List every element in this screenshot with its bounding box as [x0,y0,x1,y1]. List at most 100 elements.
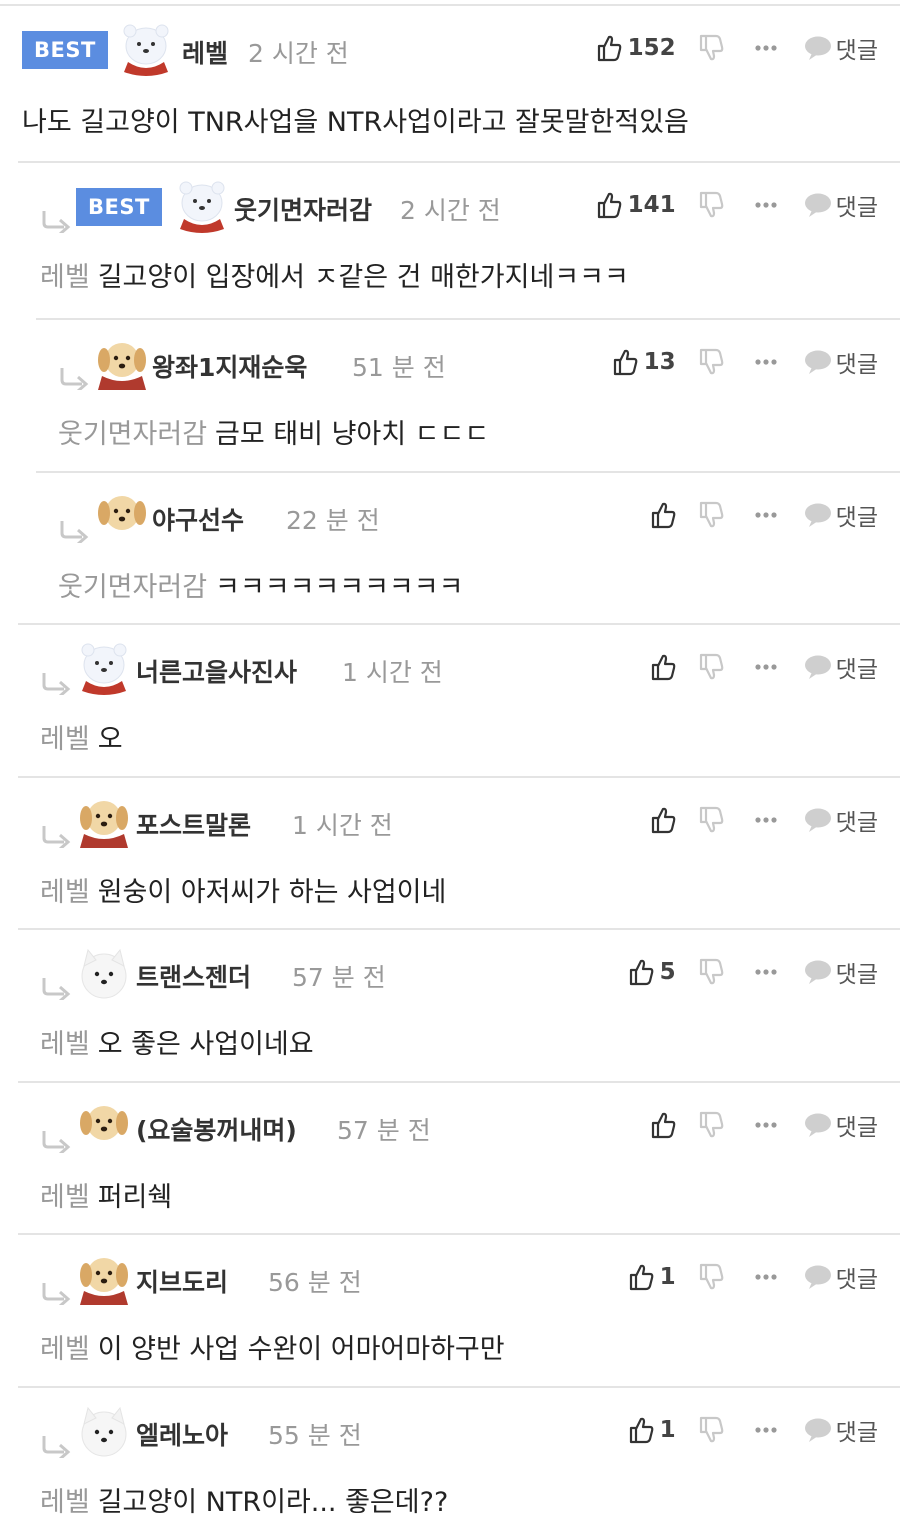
reply-button[interactable]: 댓글 [804,31,878,65]
avatar-white-dog-icon[interactable] [76,1404,132,1460]
avatar-dog-icon[interactable] [94,489,150,545]
more-options-button[interactable] [754,1426,778,1434]
avatar-dog-cape-icon[interactable] [76,1251,132,1307]
like-button[interactable] [650,1111,676,1139]
reply-arrow-icon [42,1131,71,1153]
more-options-button[interactable] [754,511,778,519]
like-button[interactable] [650,806,676,834]
more-dots-icon [755,1427,777,1433]
nickname[interactable]: 왕좌1지재순욱 [152,348,307,384]
speech-bubble-icon [804,808,831,832]
reply-label: 댓글 [835,1267,878,1293]
reply-button[interactable]: 댓글 [804,1108,878,1142]
nickname[interactable]: 엘레노아 [136,1416,228,1452]
dislike-button[interactable] [698,1263,724,1291]
comment-body: 레벨 길고양이 NTR이라... 좋은데?? [40,1480,448,1519]
comment-actions: 1 댓글 [628,1257,878,1297]
nickname[interactable]: 레벨 [182,34,228,70]
nickname[interactable]: 트랜스젠더 [136,958,251,994]
thumbs-up-icon [629,959,654,986]
timestamp: 57 분 전 [337,1116,431,1145]
avatar-bear-icon[interactable] [174,179,230,235]
avatar-white-dog-icon[interactable] [76,946,132,1002]
dislike-button[interactable] [698,958,724,986]
nickname[interactable]: 야구선수 [152,501,244,537]
more-options-button[interactable] [754,1273,778,1281]
mention[interactable]: 레벨 [40,1334,90,1365]
mention[interactable]: 웃기면자러감 [58,572,207,603]
nickname[interactable]: 너른고을사진사 [136,653,297,689]
avatar-dog-face-icon[interactable] [76,1099,132,1155]
comment-text: 오 [97,724,123,755]
mention[interactable]: 레벨 [40,877,90,908]
comment: 야구선수 22 분 전 댓글 웃기면자러감 ㅋㅋㅋㅋㅋㅋㅋㅋㅋㅋ [36,471,900,625]
like-button[interactable] [650,501,676,529]
thumbs-up-icon [651,654,676,681]
speech-bubble-icon [804,350,831,374]
comment-text: 이 양반 사업 수완이 어마어마하구만 [97,1334,505,1365]
comment-text: 퍼리쉑 [97,1182,173,1213]
reply-button[interactable]: 댓글 [804,1413,878,1447]
more-options-button[interactable] [754,968,778,976]
thumbs-down-icon [699,958,724,985]
thumbs-down-icon [699,1263,724,1290]
like-button[interactable]: 141 [596,191,676,219]
like-button[interactable] [650,653,676,681]
comment-body: 레벨 오 좋은 사업이네요 [40,1022,314,1061]
dislike-button[interactable] [698,34,724,62]
comment-body: 나도 길고양이 TNR사업을 NTR사업이라고 잘못말한적있음 [22,100,689,139]
reply-label: 댓글 [835,962,878,988]
dislike-button[interactable] [698,501,724,529]
reply-button[interactable]: 댓글 [804,345,878,379]
nickname[interactable]: 지브도리 [136,1263,228,1299]
reply-button[interactable]: 댓글 [804,803,878,837]
like-button[interactable]: 13 [612,348,676,376]
reply-label: 댓글 [835,195,878,221]
nickname[interactable]: 웃기면자러감 [234,191,372,227]
thumbs-up-icon [651,502,676,529]
like-button[interactable]: 5 [628,958,676,986]
more-options-button[interactable] [754,358,778,366]
mention[interactable]: 레벨 [40,1182,90,1213]
more-options-button[interactable] [754,816,778,824]
timestamp: 55 분 전 [268,1421,362,1450]
avatar-dog-cape-icon[interactable] [94,336,150,392]
comment: 트랜스젠더 57 분 전 5 댓글 레벨 오 좋은 사업이네요 [18,928,900,1083]
dislike-button[interactable] [698,1111,724,1139]
like-button[interactable]: 1 [628,1263,676,1291]
like-button[interactable]: 152 [596,34,676,62]
reply-button[interactable]: 댓글 [804,650,878,684]
avatar-bear-icon[interactable] [118,22,174,78]
dislike-button[interactable] [698,1416,724,1444]
dislike-button[interactable] [698,806,724,834]
more-dots-icon [755,1122,777,1128]
comment-actions: 5 댓글 [628,952,878,992]
more-dots-icon [755,202,777,208]
dislike-button[interactable] [698,653,724,681]
more-options-button[interactable] [754,44,778,52]
comment: 너른고을사진사 1 시간 전 댓글 레벨 오 [18,623,900,778]
mention[interactable]: 레벨 [40,1029,90,1060]
more-options-button[interactable] [754,1121,778,1129]
avatar-dog-cape-icon[interactable] [76,794,132,850]
more-options-button[interactable] [754,201,778,209]
avatar-bear-icon[interactable] [76,641,132,697]
thumbs-down-icon [699,191,724,218]
like-button[interactable]: 1 [628,1416,676,1444]
dislike-button[interactable] [698,348,724,376]
more-options-button[interactable] [754,663,778,671]
mention[interactable]: 레벨 [40,262,90,293]
reply-button[interactable]: 댓글 [804,498,878,532]
reply-button[interactable]: 댓글 [804,1260,878,1294]
dislike-button[interactable] [698,191,724,219]
more-dots-icon [755,1274,777,1280]
mention[interactable]: 레벨 [40,724,90,755]
nickname[interactable]: (요술봉꺼내며) [136,1111,297,1147]
reply-button[interactable]: 댓글 [804,188,878,222]
nickname[interactable]: 포스트말론 [136,806,251,842]
mention[interactable]: 레벨 [40,1487,90,1518]
reply-button[interactable]: 댓글 [804,955,878,989]
more-dots-icon [755,359,777,365]
mention[interactable]: 웃기면자러감 [58,419,207,450]
reply-label: 댓글 [835,657,878,683]
